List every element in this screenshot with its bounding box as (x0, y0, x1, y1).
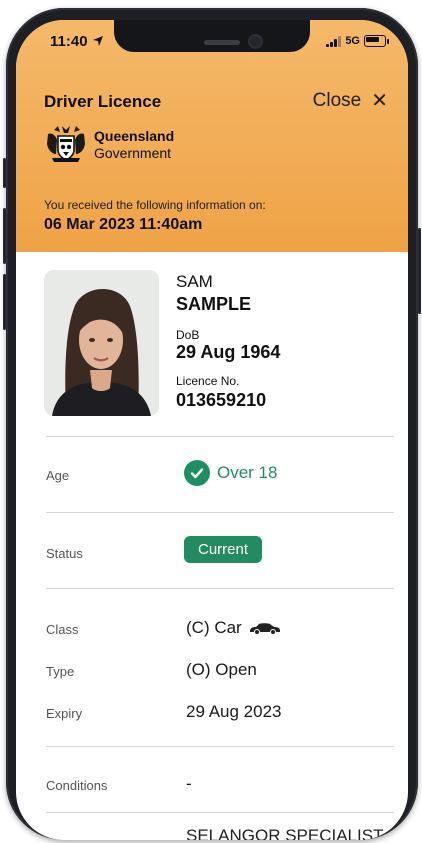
type-label: Type (46, 664, 75, 679)
phone-power-button (418, 228, 421, 314)
age-value-text: Over 18 (217, 463, 278, 482)
location-arrow-icon (92, 36, 103, 46)
signal-bars-icon (326, 35, 342, 47)
divider (46, 812, 394, 813)
close-icon[interactable]: ✕ (371, 91, 388, 111)
app-screen: 11:40 5G Driver Licence Close ✕ Queensla… (16, 20, 408, 840)
header-banner: 11:40 5G Driver Licence Close ✕ Queensla… (16, 20, 408, 252)
family-name: SAMPLE (176, 294, 252, 314)
age-label: Age (46, 468, 70, 483)
logo-line2: Government (94, 145, 172, 161)
licence-number-label: Licence No. (176, 374, 240, 388)
device-notch (114, 20, 310, 52)
divider (46, 512, 394, 513)
phone-side-button (3, 274, 6, 330)
class-value-text: (C) Car (186, 618, 242, 637)
queensland-crest-logo (47, 126, 85, 162)
given-name: SAM (176, 272, 213, 291)
conditions-value: - (186, 774, 192, 793)
front-camera (250, 36, 261, 47)
received-label: You received the following information o… (44, 198, 266, 212)
class-value: (C) Car (186, 618, 282, 638)
conditions-label: Conditions (46, 778, 108, 793)
received-date: 06 Mar 2023 11:40am (44, 216, 203, 233)
battery-icon (364, 35, 389, 47)
expiry-value: 29 Aug 2023 (186, 702, 282, 721)
type-value: (O) Open (186, 660, 257, 679)
class-label: Class (46, 622, 79, 637)
age-value: Over 18 (184, 460, 277, 486)
expiry-label: Expiry (46, 706, 83, 721)
dob-value: 29 Aug 1964 (176, 342, 281, 362)
close-button[interactable]: Close ✕ (313, 90, 388, 112)
logo-line1: Queensland (94, 128, 175, 144)
status-time-text: 11:40 (50, 33, 88, 50)
person-portrait (44, 270, 159, 416)
logo-text: Queensland Government (94, 128, 174, 162)
speaker-grille (204, 40, 240, 45)
status-badge: Current (184, 536, 263, 563)
page-title: Driver Licence (44, 92, 162, 111)
check-circle-icon (184, 460, 210, 486)
status-label: Status (46, 546, 83, 561)
divider (46, 588, 394, 589)
phone-side-button (3, 208, 6, 264)
network-type: 5G (345, 35, 360, 47)
phone-side-button (3, 158, 6, 188)
licence-number-value: 013659210 (176, 390, 267, 410)
licence-photo (44, 270, 159, 416)
status-time: 11:40 (50, 33, 104, 50)
phone-frame: 11:40 5G Driver Licence Close ✕ Queensla… (3, 8, 421, 840)
queensland-government-logo: Queensland Government (44, 124, 174, 166)
divider (46, 436, 394, 437)
next-row-value-partial: SELANGOR SPECIALIST (186, 826, 384, 840)
car-icon (249, 623, 280, 635)
status-indicators: 5G (326, 35, 389, 47)
close-label: Close (312, 90, 362, 111)
dob-label: DoB (176, 328, 200, 342)
divider (46, 746, 394, 747)
